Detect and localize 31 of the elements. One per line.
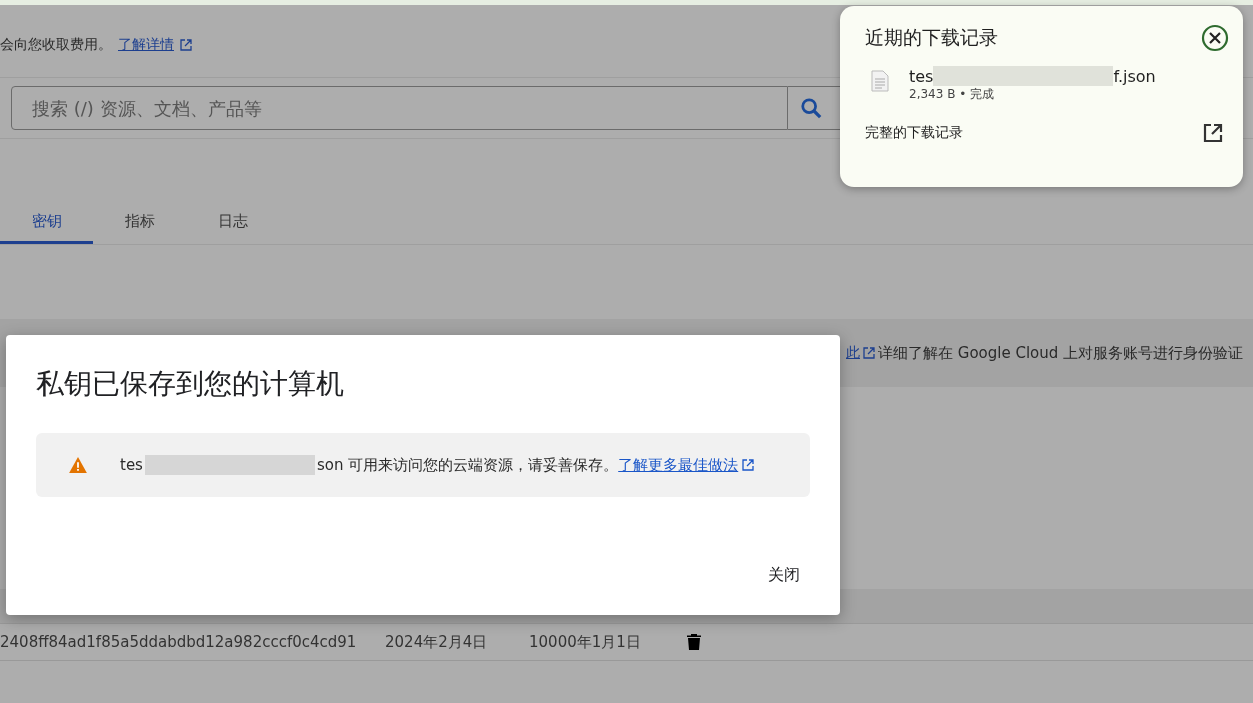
dialog-title: 私钥已保存到您的计算机 bbox=[36, 366, 345, 402]
external-link-icon bbox=[180, 39, 192, 51]
warning-text: son 可用来访问您的云端资源，请妥善保存。 bbox=[316, 455, 619, 475]
table-cell-text: 2408ff84ad1f85a5ddabdbd12a982cccf0c4cd91 bbox=[0, 633, 358, 651]
here-link[interactable]: 此 bbox=[846, 344, 860, 362]
info-text: 详细了解在 Google Cloud 上对服务账号进行身份验证 bbox=[878, 343, 1244, 363]
full-history-link[interactable]: 完整的下载记录 bbox=[865, 124, 963, 142]
table-cell-text: 10000年1月1日 bbox=[529, 632, 642, 652]
close-icon[interactable] bbox=[1201, 24, 1229, 52]
warning-icon bbox=[69, 457, 87, 473]
external-link-icon bbox=[863, 347, 875, 359]
tab[interactable]: 指标 bbox=[93, 201, 186, 244]
trash-icon[interactable] bbox=[687, 634, 701, 650]
notice-text: 会向您收取费用。 bbox=[0, 36, 112, 54]
document-icon bbox=[871, 70, 889, 92]
download-item[interactable]: tes f.json 2,343 B • 完成 bbox=[865, 62, 1229, 107]
file-status: 2,343 B • 完成 bbox=[909, 86, 996, 103]
best-practices-link[interactable]: 了解更多最佳做法 bbox=[618, 455, 739, 475]
search-icon[interactable] bbox=[800, 97, 822, 119]
file-name-start: tes bbox=[909, 66, 934, 86]
tab[interactable]: 密钥 bbox=[0, 201, 93, 244]
external-link-icon bbox=[742, 459, 755, 471]
table-cell-text: 2024年2月4日 bbox=[385, 632, 489, 652]
close-button[interactable]: 关闭 bbox=[758, 557, 810, 594]
search-field[interactable]: 搜索 (/) 资源、文档、产品等 bbox=[11, 86, 788, 130]
panel-title: 近期的下载记录 bbox=[865, 25, 998, 50]
open-in-new-icon[interactable] bbox=[1203, 123, 1223, 143]
learn-more-link[interactable]: 了解详情 bbox=[118, 36, 174, 54]
file-name-end: f.json bbox=[1113, 66, 1156, 86]
file-name-start: tes bbox=[120, 456, 143, 474]
tab[interactable]: 日志 bbox=[186, 201, 279, 244]
